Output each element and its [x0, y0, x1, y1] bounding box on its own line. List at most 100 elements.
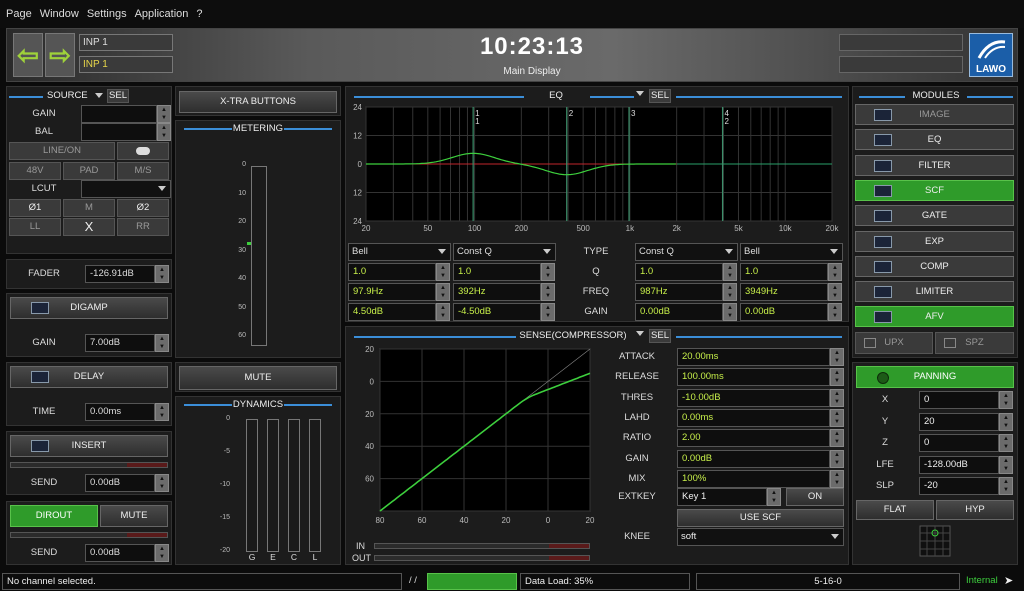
eq-sel-button[interactable]: SEL: [649, 89, 671, 103]
comp-param-field[interactable]: -10.00dB: [677, 388, 830, 407]
eq-q-field[interactable]: 1.0: [453, 263, 541, 281]
eq-q-spinner[interactable]: ▲ ▼: [828, 263, 842, 281]
comp-param-spinner[interactable]: ▲ ▼: [830, 469, 844, 488]
input-channel-selected-field[interactable]: INP 1: [79, 56, 173, 73]
chevron-down-icon[interactable]: [636, 331, 644, 336]
48v-button[interactable]: 48V: [9, 162, 61, 180]
ll-button[interactable]: LL: [9, 218, 61, 236]
mute-button[interactable]: MUTE: [179, 366, 337, 390]
pan-param-spinner[interactable]: ▲ ▼: [999, 412, 1013, 431]
eq-freq-field[interactable]: 97.9Hz: [348, 283, 436, 301]
eq-freq-spinner[interactable]: ▲ ▼: [723, 283, 737, 301]
insert-send-spinner[interactable]: ▲ ▼: [155, 474, 169, 492]
eq-gain-spinner[interactable]: ▲ ▼: [723, 303, 737, 321]
comp-param-spinner[interactable]: ▲ ▼: [830, 368, 844, 387]
comp-param-field[interactable]: 100.00ms: [677, 368, 830, 387]
eq-type-dropdown[interactable]: Const Q: [453, 243, 556, 261]
menu-application[interactable]: Application: [135, 8, 189, 20]
pan-param-field[interactable]: 0: [919, 391, 999, 409]
eq-gain-field[interactable]: -4.50dB: [453, 303, 541, 321]
lcut-dropdown[interactable]: [81, 180, 171, 198]
eq-gain-field[interactable]: 0.00dB: [740, 303, 828, 321]
source-gain-field[interactable]: [81, 105, 157, 123]
input-channel-field[interactable]: INP 1: [79, 34, 173, 51]
mono-button[interactable]: M: [63, 199, 115, 217]
eq-freq-spinner[interactable]: ▲ ▼: [541, 283, 555, 301]
eq-freq-field[interactable]: 392Hz: [453, 283, 541, 301]
comp-param-spinner[interactable]: ▲ ▼: [830, 408, 844, 427]
comp-param-spinner[interactable]: ▲ ▼: [830, 348, 844, 366]
eq-graph[interactable]: 24120122420 50 100 200 500 1k 2k 5k 10k 20k112 3 42: [346, 103, 846, 239]
pan-param-spinner[interactable]: ▲ ▼: [999, 434, 1013, 453]
bal-spinner[interactable]: ▲ ▼: [157, 123, 171, 141]
compressor-sel-button[interactable]: SEL: [649, 329, 671, 343]
flat-button[interactable]: FLAT: [856, 500, 934, 520]
knee-dropdown[interactable]: soft: [677, 528, 844, 546]
source-title[interactable]: SOURCE: [47, 89, 107, 103]
pan-param-spinner[interactable]: ▲ ▼: [999, 477, 1013, 496]
phase2-button[interactable]: Ø2: [117, 199, 169, 217]
eq-q-spinner[interactable]: ▲ ▼: [436, 263, 450, 281]
digamp-gain-spinner[interactable]: ▲ ▼: [155, 334, 169, 352]
fader-spinner[interactable]: ▲ ▼: [155, 265, 169, 283]
eq-q-field[interactable]: 1.0: [740, 263, 828, 281]
hyp-button[interactable]: HYP: [936, 500, 1014, 520]
eq-freq-field[interactable]: 987Hz: [635, 283, 723, 301]
module-afv-button[interactable]: AFV: [855, 306, 1014, 328]
delay-time-field[interactable]: 0.00ms: [85, 403, 155, 421]
back-arrow-icon[interactable]: ⇦: [13, 33, 43, 77]
eq-type-dropdown[interactable]: Bell: [348, 243, 451, 261]
pan-param-field[interactable]: 0: [919, 434, 999, 453]
source-bal-field[interactable]: [81, 123, 157, 141]
source-sel-button[interactable]: SEL: [107, 89, 129, 103]
digamp-button[interactable]: DIGAMP: [10, 297, 168, 319]
use-scf-button[interactable]: USE SCF: [677, 509, 844, 527]
rr-button[interactable]: RR: [117, 218, 169, 236]
dirout-send-field[interactable]: 0.00dB: [85, 544, 155, 562]
pad-button[interactable]: PAD: [63, 162, 115, 180]
module-comp-button[interactable]: COMP: [855, 255, 1014, 277]
insert-level-slider[interactable]: [10, 462, 168, 468]
dirout-mute-button[interactable]: MUTE: [100, 505, 168, 527]
module-eq-button[interactable]: EQ: [855, 129, 1014, 151]
pan-param-spinner[interactable]: ▲ ▼: [999, 455, 1013, 474]
module-scf-button[interactable]: SCF: [855, 179, 1014, 201]
line-on-toggle[interactable]: [117, 142, 169, 160]
comp-param-field[interactable]: 0.00ms: [677, 408, 830, 427]
upx-button[interactable]: UPX: [855, 332, 933, 354]
comp-param-spinner[interactable]: ▲ ▼: [830, 388, 844, 407]
extkey-on-button[interactable]: ON: [786, 488, 844, 506]
module-filter-button[interactable]: FILTER: [855, 154, 1014, 176]
menu-window[interactable]: Window: [40, 8, 79, 20]
pan-param-spinner[interactable]: ▲ ▼: [999, 391, 1013, 409]
module-gate-button[interactable]: GATE: [855, 205, 1014, 227]
delay-button[interactable]: DELAY: [10, 366, 168, 388]
swap-x-button[interactable]: X: [63, 218, 115, 236]
comp-param-field[interactable]: 20.00ms: [677, 348, 830, 366]
eq-q-field[interactable]: 1.0: [348, 263, 436, 281]
eq-type-dropdown[interactable]: Const Q: [635, 243, 738, 261]
insert-button[interactable]: INSERT: [10, 435, 168, 457]
comp-param-field[interactable]: 2.00: [677, 429, 830, 448]
gain-spinner[interactable]: ▲ ▼: [157, 105, 171, 123]
menu-page[interactable]: Page: [6, 8, 32, 20]
eq-q-spinner[interactable]: ▲ ▼: [541, 263, 555, 281]
chevron-down-icon[interactable]: [636, 91, 644, 96]
panning-button[interactable]: PANNING: [856, 366, 1014, 388]
forward-arrow-icon[interactable]: ⇨: [45, 33, 75, 77]
fader-value-field[interactable]: -126.91dB: [85, 265, 155, 283]
insert-send-field[interactable]: 0.00dB: [85, 474, 155, 492]
key-spinner[interactable]: ▲ ▼: [767, 488, 781, 506]
pan-param-field[interactable]: 20: [919, 412, 999, 431]
digamp-gain-field[interactable]: 7.00dB: [85, 334, 155, 352]
eq-q-spinner[interactable]: ▲ ▼: [723, 263, 737, 281]
comp-param-field[interactable]: 100%: [677, 469, 830, 488]
pan-param-field[interactable]: -128.00dB: [919, 455, 999, 474]
module-limiter-button[interactable]: LIMITER: [855, 281, 1014, 303]
eq-gain-field[interactable]: 0.00dB: [635, 303, 723, 321]
comp-param-spinner[interactable]: ▲ ▼: [830, 449, 844, 468]
comp-param-field[interactable]: 0.00dB: [677, 449, 830, 468]
key-field[interactable]: Key 1: [677, 488, 767, 506]
eq-freq-spinner[interactable]: ▲ ▼: [436, 283, 450, 301]
eq-freq-spinner[interactable]: ▲ ▼: [828, 283, 842, 301]
